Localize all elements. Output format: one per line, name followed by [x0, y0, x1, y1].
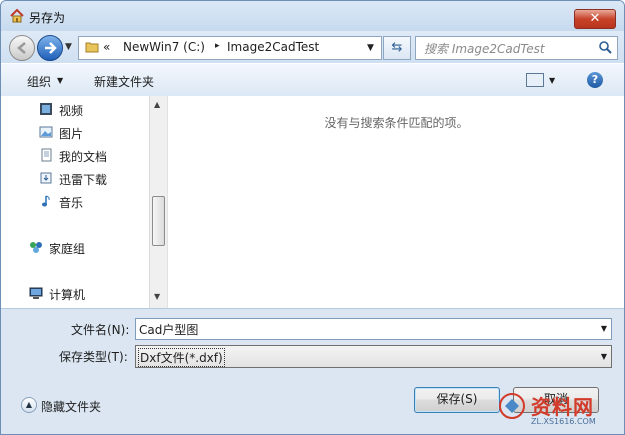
help-button[interactable]: ? [587, 72, 603, 88]
breadcrumb-separator[interactable]: ▸ [215, 41, 220, 51]
sidebar-item-label: 我的文档 [59, 150, 108, 164]
music-icon [42, 195, 50, 207]
picture-icon [39, 126, 53, 138]
chevron-down-icon: ▼ [57, 76, 64, 85]
arrow-right-icon [45, 42, 57, 54]
recent-pages-dropdown[interactable]: ▼ [65, 42, 72, 52]
filetype-label: 保存类型(T): [59, 350, 128, 364]
save-as-dialog: 另存为 ✕ ▼ « NewWin7 (C:) ▸ Image2CadTest ▼… [0, 0, 625, 435]
navigation-pane: 视频 图片 我的文档 迅雷下载 音乐 家庭组 计算机 [1, 96, 149, 308]
search-input[interactable]: 搜索 Image2CadTest [415, 36, 618, 60]
address-dropdown[interactable]: ▼ [367, 43, 374, 53]
new-folder-button[interactable]: 新建文件夹 [94, 73, 154, 90]
forward-button[interactable] [37, 35, 63, 61]
command-toolbar: 组织 ▼ 新建文件夹 ▼ ? [1, 63, 624, 97]
navigation-scrollbar[interactable]: ▲ ▼ [149, 96, 167, 308]
view-options-icon[interactable] [526, 73, 544, 87]
sidebar-item-downloads[interactable]: 迅雷下载 [39, 170, 143, 188]
video-icon [40, 103, 52, 115]
computer-icon [29, 287, 43, 299]
sidebar-item-label: 视频 [59, 104, 84, 118]
window-title: 另存为 [29, 11, 66, 25]
search-icon[interactable] [598, 40, 612, 54]
breadcrumb-overflow[interactable]: « [103, 40, 110, 54]
sidebar-item-homegroup[interactable]: 家庭组 [29, 239, 133, 257]
filetype-value: Dxf文件(*.dxf) [138, 348, 225, 367]
view-dropdown[interactable]: ▼ [549, 76, 555, 85]
sidebar-item-label: 音乐 [59, 196, 84, 210]
homegroup-icon [30, 242, 42, 253]
sidebar-item-videos[interactable]: 视频 [39, 101, 143, 119]
hide-folders-label: 隐藏文件夹 [41, 400, 102, 414]
sidebar-item-computer[interactable]: 计算机 [29, 285, 133, 303]
sidebar-item-pictures[interactable]: 图片 [39, 124, 143, 142]
organize-button[interactable]: 组织 [27, 73, 51, 90]
sidebar-item-label: 家庭组 [49, 242, 86, 256]
content-area: 视频 图片 我的文档 迅雷下载 音乐 家庭组 计算机 ▲ ▼ 没有与搜索条件匹配… [1, 96, 624, 308]
scroll-thumb[interactable] [152, 196, 165, 246]
download-icon [40, 172, 52, 184]
refresh-button[interactable]: ⇆ [383, 36, 411, 60]
navigation-bar: ▼ « NewWin7 (C:) ▸ Image2CadTest ▼ ⇆ 搜索 … [1, 31, 624, 63]
sidebar-item-label: 迅雷下载 [59, 173, 108, 187]
arrow-left-icon [17, 42, 26, 54]
address-bar[interactable]: « NewWin7 (C:) ▸ Image2CadTest ▼ [78, 36, 382, 60]
filename-label: 文件名(N): [71, 323, 130, 337]
home-icon [10, 8, 24, 23]
sidebar-item-label: 图片 [59, 127, 84, 141]
sidebar-item-documents[interactable]: 我的文档 [39, 147, 143, 165]
title-bar: 另存为 ✕ [1, 1, 624, 31]
breadcrumb-folder[interactable]: Image2CadTest [227, 40, 319, 54]
back-button[interactable] [9, 35, 35, 61]
file-list-pane: 没有与搜索条件匹配的项。 [167, 96, 624, 308]
filetype-select[interactable]: Dxf文件(*.dxf) ▼ [135, 345, 612, 368]
scroll-down-icon[interactable]: ▼ [154, 292, 160, 301]
document-icon [41, 148, 52, 162]
refresh-icon: ⇆ [391, 40, 403, 55]
watermark-url: ZL.XS1616.COM [531, 417, 596, 426]
chevron-up-icon: ▲ [21, 397, 37, 413]
chevron-down-icon[interactable]: ▼ [601, 324, 607, 333]
empty-results-message: 没有与搜索条件匹配的项。 [324, 116, 469, 130]
filename-value: Cad户型图 [139, 323, 199, 337]
save-button[interactable]: 保存(S) [414, 387, 500, 413]
sidebar-item-music[interactable]: 音乐 [39, 193, 143, 211]
search-placeholder: 搜索 Image2CadTest [424, 42, 545, 56]
watermark-logo-icon [499, 393, 525, 419]
folder-icon [85, 42, 99, 53]
watermark-text: 资料网 [531, 395, 594, 419]
breadcrumb-drive[interactable]: NewWin7 (C:) [123, 40, 205, 54]
watermark: 资料网 ZL.XS1616.COM [493, 387, 623, 433]
close-button[interactable]: ✕ [574, 9, 616, 29]
sidebar-item-label: 计算机 [49, 288, 86, 302]
scroll-up-icon[interactable]: ▲ [154, 100, 160, 109]
chevron-down-icon[interactable]: ▼ [601, 352, 607, 361]
filename-field[interactable]: Cad户型图 ▼ [135, 318, 612, 340]
